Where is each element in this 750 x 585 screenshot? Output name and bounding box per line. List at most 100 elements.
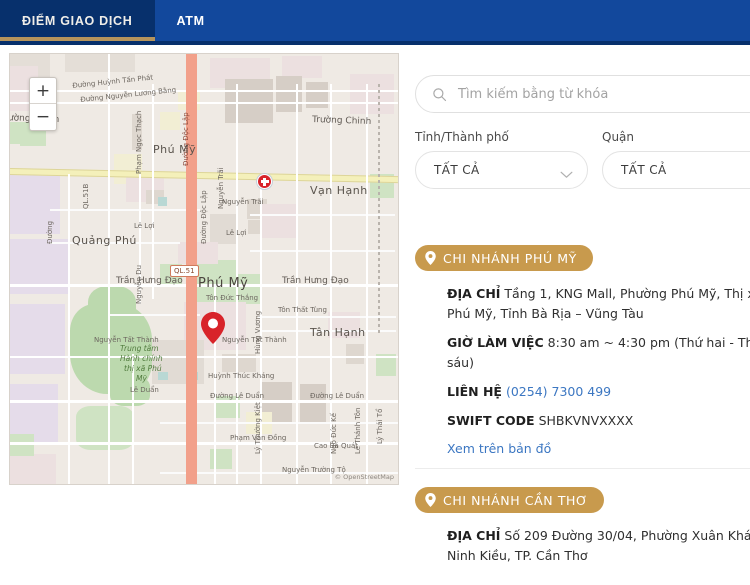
district-select-value: TẤT CẢ [621,163,667,177]
map-poi-label: Trung tâm [120,344,159,353]
map-poi-label: Hành chính [120,354,163,363]
search-icon [432,87,447,102]
map-street-label: Lê Duẩn [130,386,159,394]
map-street-label-doc-lap-2: Đường Độc Lập [200,190,208,244]
main-tab-bar: ĐIỂM GIAO DỊCH ATM [0,0,750,41]
map-street-label: Lý Thường Kiệt [254,402,262,454]
map-pin-icon [425,251,436,265]
tab-atm[interactable]: ATM [155,0,227,41]
map-landuse [282,56,322,78]
map-landuse [10,454,56,484]
map-street-label: Lý Thái Tổ [376,408,384,444]
map-street-label-nguyen-tat-thanh-2: Nguyễn Tất Thành [222,336,287,344]
map-building [346,344,364,364]
filter-province-label: Tỉnh/Thành phố [415,130,509,144]
map-street-label: Đường Lê Duẩn [210,392,265,400]
district-select[interactable]: TẤT CẢ [602,151,750,189]
map-road [258,316,396,318]
map-container[interactable]: + − Đường Huỳnh Tấn Phát Đường Nguyễn Lư… [9,53,399,485]
chevron-down-icon [560,166,573,178]
map-road [10,90,398,92]
branch-details: ĐỊA CHỈ Tầng 1, KNG Mall, Phường Phú Mỹ,… [415,271,750,458]
branch-contact-row: LIÊN HỆ (0254) 7300 499 [447,382,750,402]
filter-row: Tỉnh/Thành phố TẤT CẢ Quận TẤT CẢ [415,130,750,189]
map-landuse [65,54,135,72]
branch-address-row: ĐỊA CHỈ Tầng 1, KNG Mall, Phường Phú Mỹ,… [447,284,750,324]
tab-diem-giao-dich[interactable]: ĐIỂM GIAO DỊCH [0,0,155,41]
tab-label: ATM [176,13,205,28]
map-zoom-controls[interactable]: + − [29,77,57,131]
map-street-label: Ngô Đức Kế [330,412,338,454]
map-street-label-vertical-2: QL.51B [82,183,90,209]
map-building [300,384,326,424]
map-street-label: Huỳnh Thúc Kháng [208,372,275,380]
search-input[interactable]: Tìm kiếm bằng từ khóa [415,75,750,113]
tab-bar-filler [227,0,750,41]
map-building [306,82,328,108]
map-landuse [350,74,394,114]
map-street-label: Trường Chinh [311,114,372,128]
tab-label: ĐIỂM GIAO DỊCH [22,13,133,28]
map-place-label-van-hanh: Vạn Hạnh [310,184,368,197]
branch-name-badge[interactable]: CHI NHÁNH PHÚ MỸ [415,245,593,271]
map-street-label: Lê Lợi [134,222,155,230]
map-attribution: © OpenStreetMap [334,473,394,481]
province-select-value: TẤT CẢ [434,163,480,177]
branch-swift-row: SWIFT CODE SHBKVNVXXXX [447,411,750,431]
map-water [158,197,167,206]
map-place-label-phu-my-top: Phú Mỹ [153,143,197,156]
branch-hours-row: GIỜ LÀM VIỆC 8:30 am ~ 4:30 pm (Thứ hai … [447,333,750,373]
zoom-in-button[interactable]: + [30,78,56,104]
map-street-label-hung-vuong-v: Hùng Vương [254,310,262,354]
branch-item: CHI NHÁNH PHÚ MỸ ĐỊA CHỈ Tầng 1, KNG Mal… [415,245,750,468]
map-road [108,54,110,484]
map-road [50,209,200,211]
map-canvas[interactable]: + − Đường Huỳnh Tấn Phát Đường Nguyễn Lư… [10,54,398,484]
map-street-label: Nguyễn Tất Thành [94,336,159,344]
map-railway [378,84,380,334]
map-street-label-le-duan-2: Đường Lê Duẩn [310,392,365,400]
branch-address-label: ĐỊA CHỈ [447,528,501,543]
branch-name: CHI NHÁNH CẦN THƠ [443,492,589,508]
map-street-label-vertical: Đường [46,220,54,244]
branch-list: CHI NHÁNH PHÚ MỸ ĐỊA CHỈ Tầng 1, KNG Mal… [415,245,750,585]
map-park [10,434,34,456]
map-water [158,372,168,380]
view-on-map-link[interactable]: Xem trên bản đồ [447,441,551,456]
province-select[interactable]: TẤT CẢ [415,151,588,189]
branch-name: CHI NHÁNH PHÚ MỸ [443,250,577,266]
map-street-label: Trần Hưng Đạo [116,276,183,286]
map-building [276,76,302,112]
map-road [10,102,398,104]
branch-location-pin[interactable] [201,312,225,344]
branch-address-label: ĐỊA CHỈ [447,286,501,301]
zoom-out-button[interactable]: − [30,104,56,130]
map-street-label: Lê Thánh Tôn [354,407,362,455]
map-park [88,286,136,326]
branch-phone-link[interactable]: (0254) 7300 499 [506,384,611,399]
map-landuse [10,304,65,374]
filter-province: Tỉnh/Thành phố TẤT CẢ [415,130,588,189]
map-pin-icon [425,493,436,507]
branch-address-row: ĐỊA CHỈ Số 209 Đường 30/04, Phường Xuân … [447,526,750,566]
map-place-label-quang-phu: Quảng Phú [72,234,137,247]
map-street-label: Đường Độc Lập [182,112,190,166]
map-road [152,84,154,299]
map-street-label: Đường Huỳnh Tấn Phát [72,73,154,90]
map-place-label-phu-my-main: Phú Mỹ [198,276,249,291]
branch-hours-label: GIỜ LÀM VIỆC [447,335,544,350]
search-placeholder: Tìm kiếm bằng từ khóa [458,86,609,102]
page-content: + − Đường Huỳnh Tấn Phát Đường Nguyễn Lư… [0,45,750,563]
map-landuse [262,204,297,238]
branch-swift-label: SWIFT CODE [447,413,535,428]
map-poi-label: Mỹ [136,374,147,383]
map-street-label-le-loi-2: Lê Lợi [226,229,247,237]
map-building [225,79,273,123]
branch-name-badge[interactable]: CHI NHÁNH CẦN THƠ [415,487,605,513]
filter-district-label: Quận [602,130,635,144]
branch-swift-value: SHBKVNVXXXX [538,413,634,428]
branch-item: CHI NHÁNH CẦN THƠ ĐỊA CHỈ Số 209 Đường 3… [415,468,750,585]
branch-finder-panel: Tìm kiếm bằng từ khóa Tỉnh/Thành phố TẤT… [415,45,750,563]
map-street-label: Nguyễn Trãi [222,198,264,206]
map-street-label: Tôn Thất Tùng [278,306,327,314]
